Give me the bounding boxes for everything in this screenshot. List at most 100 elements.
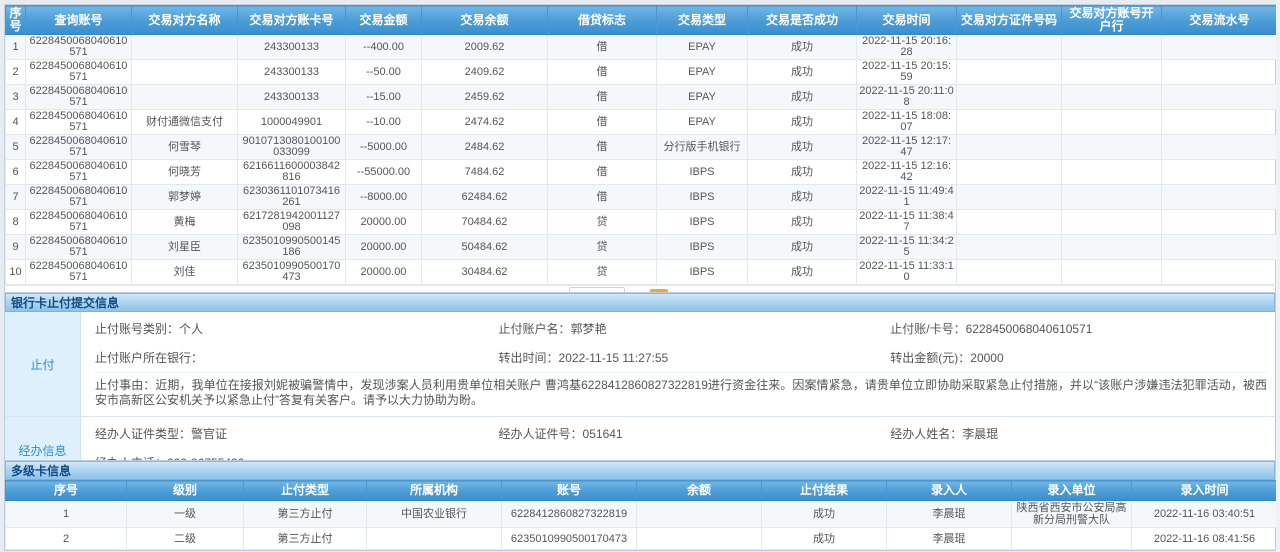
- table-cell: 2484.62: [422, 135, 548, 160]
- field-row: 经办人证件类型：警官证 经办人证件号：051641 经办人姓名：李晨琨: [81, 419, 1275, 448]
- table-cell: 2022-11-15 18:08:07: [857, 110, 957, 135]
- col-counterparty-bank: 交易对方账号开户行: [1062, 6, 1162, 35]
- col-stop-result: 止付结果: [762, 481, 887, 501]
- stop-payment-fields: 止付账号类别：个人 止付账户名：郭梦艳 止付账/卡号：6228450068040…: [81, 312, 1275, 416]
- field-transfer-amount: 转出金额(元)：20000: [890, 349, 1275, 366]
- col-serial-no: 交易流水号: [1162, 6, 1278, 35]
- table-cell: --5000.00: [346, 135, 422, 160]
- table-cell: 6235010990500170473: [238, 260, 346, 285]
- field-transfer-time: 转出时间：2022-11-15 11:27:55: [499, 349, 891, 366]
- table-cell: 2022-11-15 20:16:28: [857, 35, 957, 60]
- field-row: 止付账号类别：个人 止付账户名：郭梦艳 止付账/卡号：6228450068040…: [81, 314, 1275, 343]
- field-account-bank: 止付账户所在银行：: [95, 349, 499, 366]
- col-entry-time: 录入时间: [1132, 481, 1278, 501]
- table-cell: --400.00: [346, 35, 422, 60]
- table-cell: 借: [548, 185, 657, 210]
- table-row: 76228450068040610571郭梦婷62303611010734162…: [6, 185, 1278, 210]
- table-cell: 何晓芳: [132, 160, 238, 185]
- multi-card-section-title: 多级卡信息: [5, 461, 1275, 480]
- table-cell: 借: [548, 160, 657, 185]
- multi-card-table-header: 序号 级别 止付类型 所属机构 账号 余额 止付结果 录入人 录入单位 录入时间: [6, 481, 1278, 501]
- table-cell: 6228450068040610571: [26, 210, 132, 235]
- table-cell: 2022-11-15 11:38:47: [857, 210, 957, 235]
- table-cell: 借: [548, 35, 657, 60]
- col-account: 账号: [502, 481, 637, 501]
- table-cell: 成功: [748, 185, 857, 210]
- col-seq: 序号: [6, 481, 127, 501]
- table-cell: [1062, 35, 1162, 60]
- col-stop-type: 止付类型: [244, 481, 367, 501]
- col-level: 级别: [127, 481, 244, 501]
- table-cell: IBPS: [657, 160, 748, 185]
- table-cell: IBPS: [657, 210, 748, 235]
- table-row: 106228450068040610571刘佳62350109905001704…: [6, 260, 1278, 285]
- table-cell: 贷: [548, 210, 657, 235]
- header-row: 序号 级别 止付类型 所属机构 账号 余额 止付结果 录入人 录入单位 录入时间: [6, 481, 1278, 501]
- table-cell: 20000.00: [346, 210, 422, 235]
- table-cell: 成功: [748, 110, 857, 135]
- table-cell: EPAY: [657, 85, 748, 110]
- table-cell: 2009.62: [422, 35, 548, 60]
- table-cell: 陕西省西安市公安局高新分局刑警大队: [1012, 501, 1132, 528]
- table-cell: 2022-11-16 03:40:51: [1132, 501, 1278, 528]
- col-entry-unit: 录入单位: [1012, 481, 1132, 501]
- table-cell: 2022-11-15 12:16:42: [857, 160, 957, 185]
- table-cell: --8000.00: [346, 185, 422, 210]
- table-cell: 成功: [762, 528, 887, 550]
- page-scrollbar-track[interactable]: [1276, 0, 1280, 552]
- table-cell: [957, 135, 1062, 160]
- table-cell: [957, 260, 1062, 285]
- table-cell: 6230361101073416261: [238, 185, 346, 210]
- table-row: 86228450068040610571黄梅621728194200112709…: [6, 210, 1278, 235]
- table-cell: 借: [548, 110, 657, 135]
- table-cell: [957, 60, 1062, 85]
- field-agent-name: 经办人姓名：李晨琨: [890, 425, 1275, 442]
- table-row: 46228450068040610571财付通微信支付1000049901--1…: [6, 110, 1278, 135]
- table-cell: 2474.62: [422, 110, 548, 135]
- table-cell: [637, 528, 762, 550]
- table-cell: [1162, 110, 1278, 135]
- table-cell: [132, 85, 238, 110]
- table-cell: [637, 501, 762, 528]
- table-cell: [1012, 528, 1132, 550]
- field-account-category: 止付账号类别：个人: [95, 320, 499, 337]
- table-cell: 5: [6, 135, 26, 160]
- table-cell: 1: [6, 35, 26, 60]
- table-cell: 2022-11-16 08:41:56: [1132, 528, 1278, 550]
- table-cell: 70484.62: [422, 210, 548, 235]
- table-row: 36228450068040610571243300133--15.002459…: [6, 85, 1278, 110]
- table-cell: 2022-11-15 11:34:25: [857, 235, 957, 260]
- table-cell: 2022-11-15 20:15:59: [857, 60, 957, 85]
- table-cell: 黄梅: [132, 210, 238, 235]
- table-cell: 6228412860827322819: [502, 501, 637, 528]
- table-cell: [1062, 135, 1162, 160]
- table-cell: 8: [6, 210, 26, 235]
- table-cell: 李晨琨: [887, 528, 1012, 550]
- table-cell: 成功: [748, 235, 857, 260]
- table-cell: 30484.62: [422, 260, 548, 285]
- table-cell: 何雪琴: [132, 135, 238, 160]
- table-cell: 62484.62: [422, 185, 548, 210]
- table-cell: 6216611600003842816: [238, 160, 346, 185]
- table-cell: [132, 60, 238, 85]
- table-cell: 6217281942001127098: [238, 210, 346, 235]
- col-counterparty-name: 交易对方名称: [132, 6, 238, 35]
- table-cell: 3: [6, 85, 26, 110]
- table-cell: [1162, 210, 1278, 235]
- field-row: 止付账户所在银行： 转出时间：2022-11-15 11:27:55 转出金额(…: [81, 343, 1275, 372]
- table-cell: 贷: [548, 260, 657, 285]
- table-cell: [1062, 85, 1162, 110]
- col-time: 交易时间: [857, 6, 957, 35]
- table-cell: 第三方止付: [244, 528, 367, 550]
- table-cell: 6228450068040610571: [26, 260, 132, 285]
- table-cell: [132, 35, 238, 60]
- table-cell: 7: [6, 185, 26, 210]
- table-cell: 2022-11-15 11:33:10: [857, 260, 957, 285]
- table-cell: 9010713080100100033099: [238, 135, 346, 160]
- table-cell: [1062, 160, 1162, 185]
- table-cell: EPAY: [657, 35, 748, 60]
- col-amount: 交易金额: [346, 6, 422, 35]
- col-institution: 所属机构: [367, 481, 502, 501]
- stop-payment-group-label: 止付: [5, 312, 81, 416]
- col-counterparty-id: 交易对方证件号码: [957, 6, 1062, 35]
